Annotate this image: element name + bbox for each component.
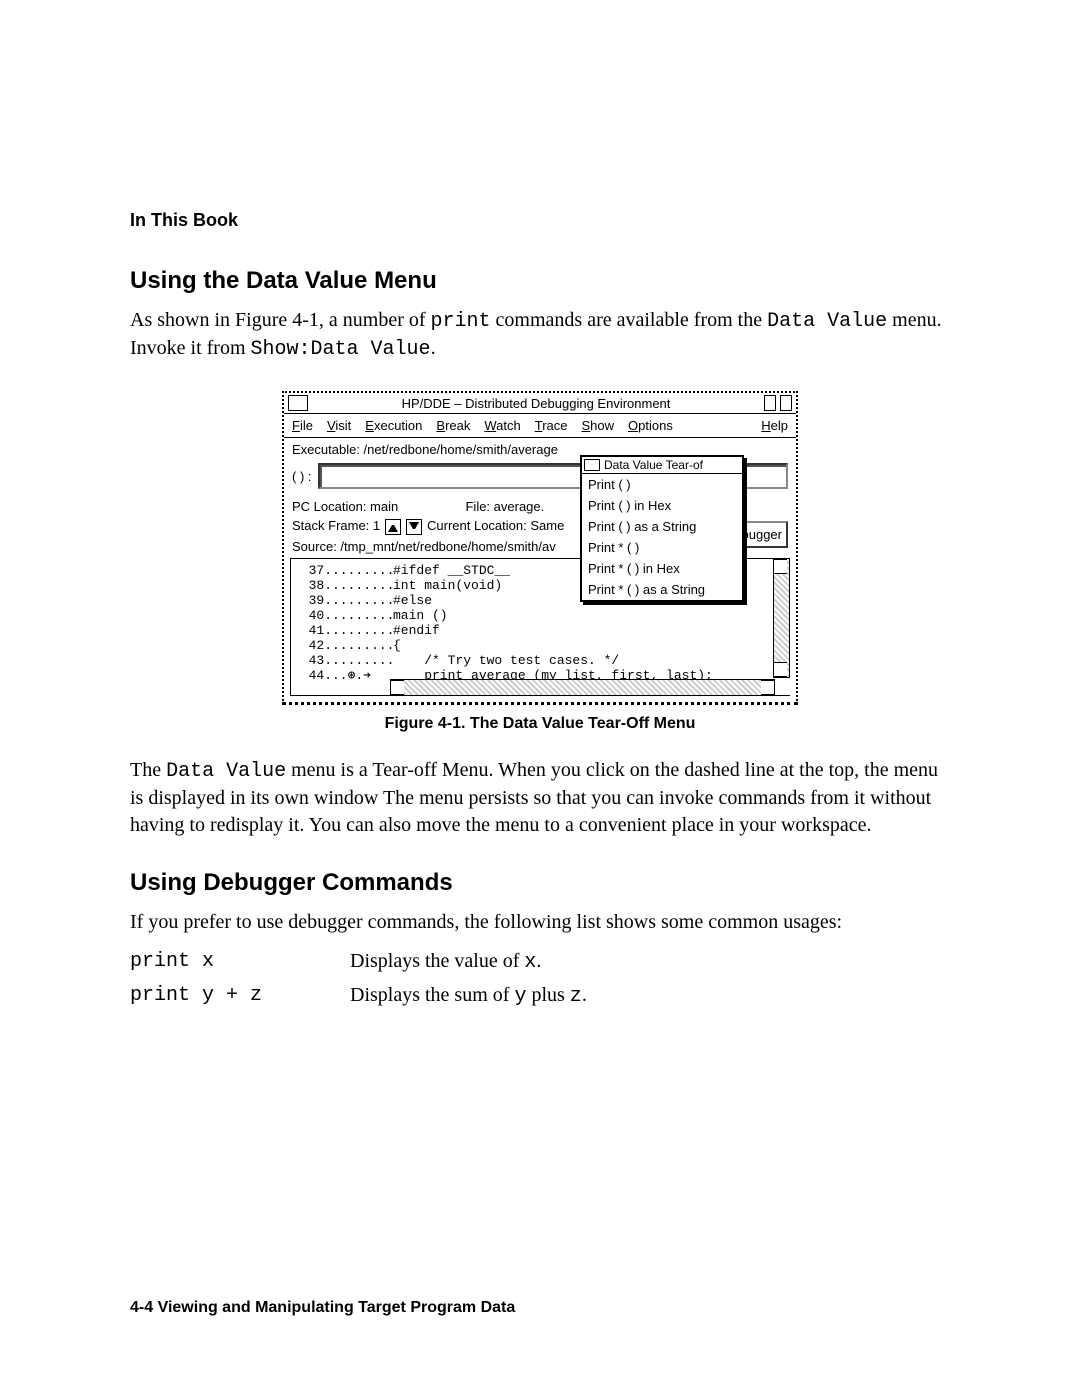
code-text: #ifdef __STDC__ [393, 563, 510, 578]
text: As shown in Figure 4-1, a number of [130, 309, 431, 331]
tearoff-item[interactable]: Print * ( ) [582, 537, 742, 558]
para-tearoff-desc: The Data Value menu is a Tear-off Menu. … [130, 757, 950, 839]
command-desc: Displays the sum of y plus z. [350, 984, 950, 1008]
command-code: print y + z [130, 984, 350, 1008]
file-label: File: average. [465, 499, 544, 514]
menu-watch[interactable]: Watch [484, 418, 520, 433]
scroll-up-icon[interactable] [774, 559, 787, 574]
line-number: 44...⊛.➔ [293, 668, 393, 683]
horizontal-scrollbar[interactable] [390, 679, 775, 696]
current-location: Current Location: Same [427, 518, 564, 533]
pc-location: PC Location: main [292, 499, 398, 514]
vertical-scrollbar[interactable] [773, 558, 790, 678]
line-number: 41......... [293, 623, 393, 638]
inline-code: Data Value [767, 310, 887, 333]
text: The [130, 759, 166, 781]
command-code: print x [130, 950, 350, 974]
figure-caption: Figure 4-1. The Data Value Tear-Off Menu [130, 715, 950, 733]
stack-down-button[interactable] [406, 519, 422, 535]
inline-code: x [524, 951, 536, 974]
menubar: File Visit Execution Break Watch Trace S… [284, 414, 796, 438]
code-text: int main(void) [393, 578, 502, 593]
inline-code: Data Value [166, 760, 286, 783]
code-text: #else [393, 593, 432, 608]
code-text: main () [393, 608, 448, 623]
text: . [431, 337, 436, 359]
command-row: print xDisplays the value of x. [130, 950, 950, 974]
inline-code: y [514, 985, 526, 1008]
code-text: #endif [393, 623, 440, 638]
stack-frame-label: Stack Frame: 1 [292, 518, 380, 533]
text: plus [526, 984, 569, 1006]
scroll-left-icon[interactable] [391, 680, 404, 695]
window-title: HP/DDE – Distributed Debugging Environme… [312, 396, 760, 411]
text: . [582, 984, 587, 1006]
heading-data-value-menu: Using the Data Value Menu [130, 267, 950, 295]
para-commands-intro: If you prefer to use debugger commands, … [130, 909, 950, 936]
text: Displays the sum of [350, 984, 514, 1006]
menu-file[interactable]: File [292, 418, 313, 433]
data-value-tearoff-menu[interactable]: Data Value Tear-of Print ( )Print ( ) in… [580, 455, 744, 602]
stack-up-button[interactable] [385, 519, 401, 535]
menu-execution[interactable]: Execution [365, 418, 422, 433]
tearoff-item[interactable]: Print ( ) in Hex [582, 495, 742, 516]
menu-trace[interactable]: Trace [535, 418, 568, 433]
tearoff-titlebar[interactable]: Data Value Tear-of [582, 457, 742, 474]
tearoff-item[interactable]: Print ( ) as a String [582, 516, 742, 537]
menu-help[interactable]: Help [761, 418, 788, 433]
code-text: { [393, 638, 401, 653]
text: Displays the value of [350, 950, 524, 972]
window-inner: HP/DDE – Distributed Debugging Environme… [284, 393, 796, 696]
tearoff-item[interactable]: Print ( ) [582, 474, 742, 495]
page-footer: 4-4 Viewing and Manipulating Target Prog… [130, 1299, 515, 1317]
figure-wrap: HP/DDE – Distributed Debugging Environme… [130, 391, 950, 705]
line-number: 37......... [293, 563, 393, 578]
text: . [536, 950, 541, 972]
book-header: In This Book [130, 210, 950, 231]
debugger-window: HP/DDE – Distributed Debugging Environme… [282, 391, 798, 705]
inline-code: Show:Data Value [251, 338, 431, 361]
para-intro: As shown in Figure 4-1, a number of prin… [130, 307, 950, 363]
menu-visit[interactable]: Visit [327, 418, 351, 433]
text: commands are available from the [491, 309, 768, 331]
paren-label: ( ) : [292, 469, 312, 484]
line-number: 42......... [293, 638, 393, 653]
scroll-down-icon[interactable] [774, 662, 787, 677]
heading-debugger-commands: Using Debugger Commands [130, 869, 950, 897]
window-menu-icon[interactable] [288, 395, 308, 411]
titlebar[interactable]: HP/DDE – Distributed Debugging Environme… [284, 393, 796, 414]
line-number: 39......... [293, 593, 393, 608]
tearoff-item[interactable]: Print * ( ) as a String [582, 579, 742, 600]
commands-table: print xDisplays the value of x.print y +… [130, 950, 950, 1008]
menu-show[interactable]: Show [582, 418, 615, 433]
tearoff-title: Data Value Tear-of [604, 458, 703, 472]
line-number: 40......... [293, 608, 393, 623]
inline-code: z [570, 985, 582, 1008]
command-row: print y + zDisplays the sum of y plus z. [130, 984, 950, 1008]
code-text: /* Try two test cases. */ [393, 653, 619, 668]
page: In This Book Using the Data Value Menu A… [0, 0, 1080, 1397]
inline-code: print [431, 310, 491, 333]
tearoff-item[interactable]: Print * ( ) in Hex [582, 558, 742, 579]
minimize-icon[interactable] [764, 395, 776, 411]
menu-options[interactable]: Options [628, 418, 673, 433]
maximize-icon[interactable] [780, 395, 792, 411]
menu-break[interactable]: Break [436, 418, 470, 433]
command-desc: Displays the value of x. [350, 950, 950, 974]
tearoff-sysmenu-icon[interactable] [584, 459, 600, 471]
line-number: 38......... [293, 578, 393, 593]
line-number: 43......... [293, 653, 393, 668]
scroll-right-icon[interactable] [761, 680, 774, 695]
